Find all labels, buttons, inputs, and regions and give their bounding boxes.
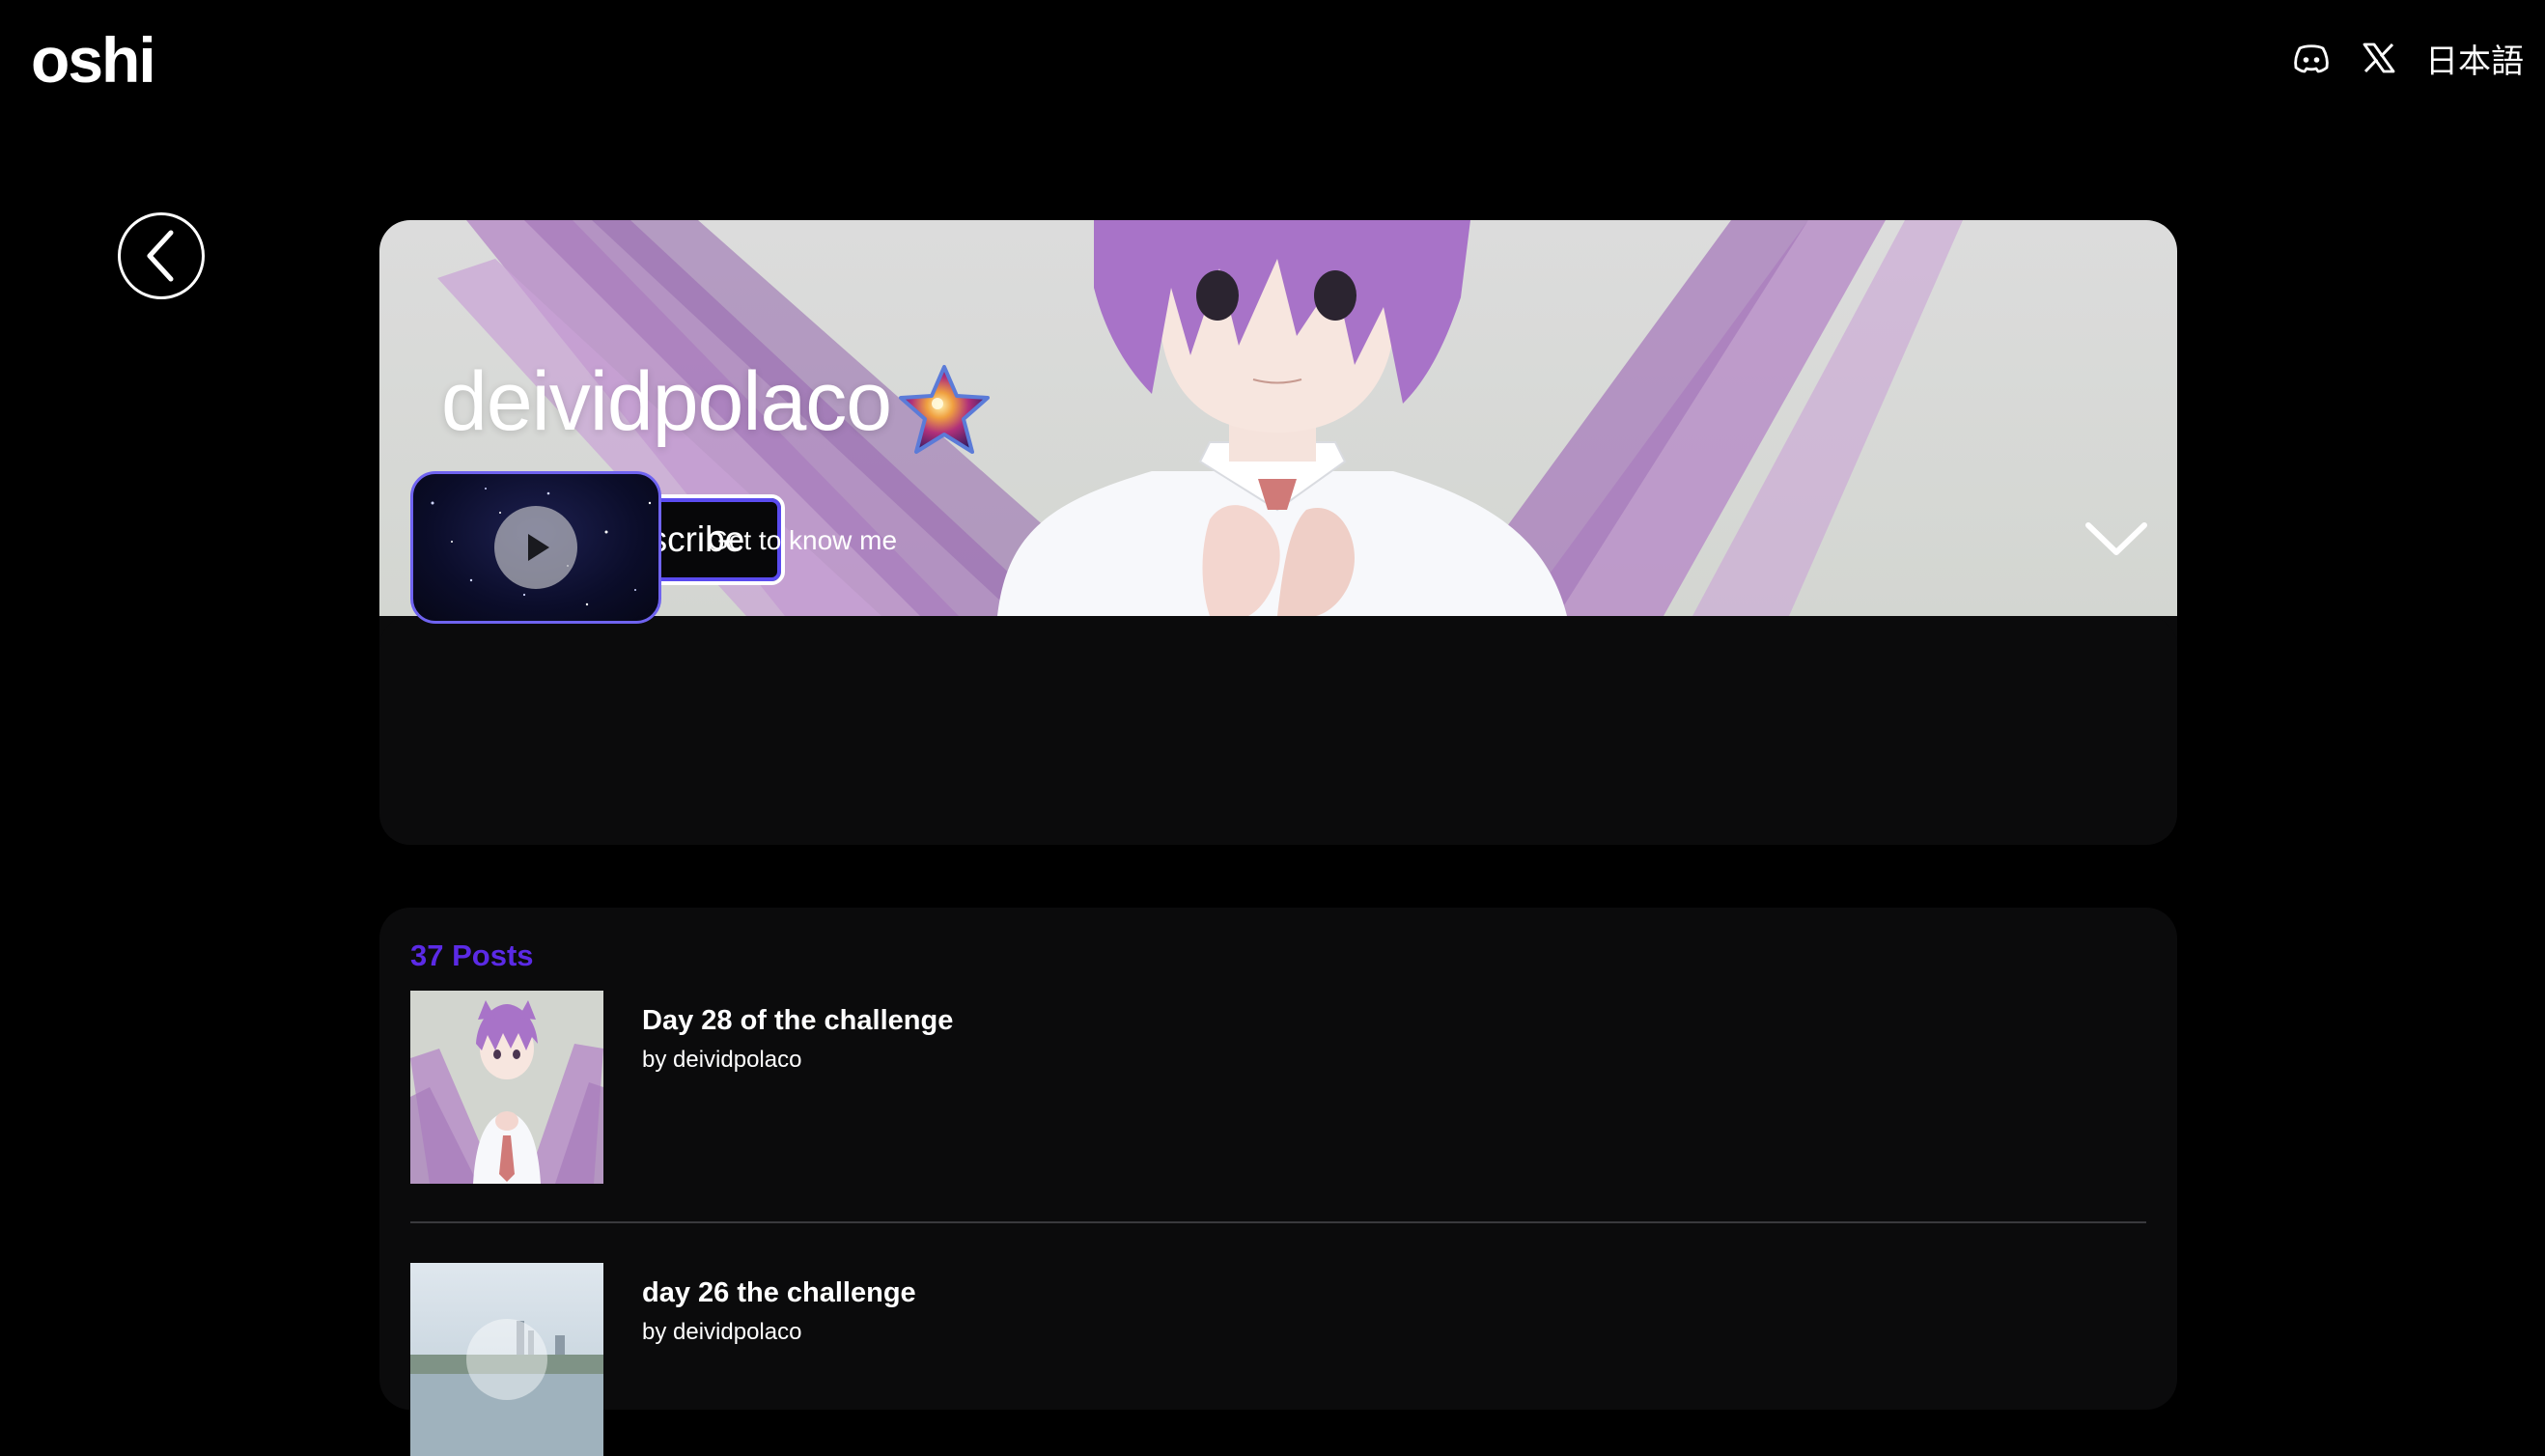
post-item[interactable]: day 26 the challenge by deividpolaco	[410, 1263, 2146, 1456]
post-title: day 26 the challenge	[642, 1277, 916, 1308]
intro-section	[379, 616, 2177, 845]
star-badge-icon	[891, 359, 997, 465]
chevron-left-icon	[147, 230, 174, 282]
profile-card: deividpolaco Subscribe Get to know me	[379, 220, 2177, 845]
expand-intro-button[interactable]	[2083, 510, 2150, 568]
post-item[interactable]: Day 28 of the challenge by deividpolaco	[410, 991, 2146, 1184]
intro-label: Get to know me	[708, 525, 898, 555]
discord-icon[interactable]	[2290, 37, 2333, 79]
profile-username: deividpolaco	[441, 355, 892, 448]
play-icon	[494, 506, 577, 589]
posts-card: 37 Posts Day 28 of the challenge by deiv…	[379, 908, 2177, 1456]
top-bar: oshi 日本語	[0, 0, 2545, 126]
post-divider	[410, 1221, 2146, 1223]
top-right-links: 日本語	[2290, 35, 2524, 81]
back-button[interactable]	[118, 212, 205, 299]
chevron-down-icon	[2085, 522, 2147, 555]
oshi-logo[interactable]: oshi	[31, 21, 156, 98]
intro-video-thumbnail[interactable]	[410, 471, 661, 624]
post-author: by deividpolaco	[642, 1319, 802, 1345]
posts-count: 37 Posts	[410, 938, 534, 972]
language-switch[interactable]: 日本語	[2425, 35, 2524, 82]
post-author: by deividpolaco	[642, 1047, 802, 1073]
post-thumbnail	[410, 991, 603, 1184]
x-icon[interactable]	[2358, 37, 2400, 79]
post-title: Day 28 of the challenge	[642, 1005, 954, 1036]
post-thumbnail	[410, 1263, 603, 1456]
